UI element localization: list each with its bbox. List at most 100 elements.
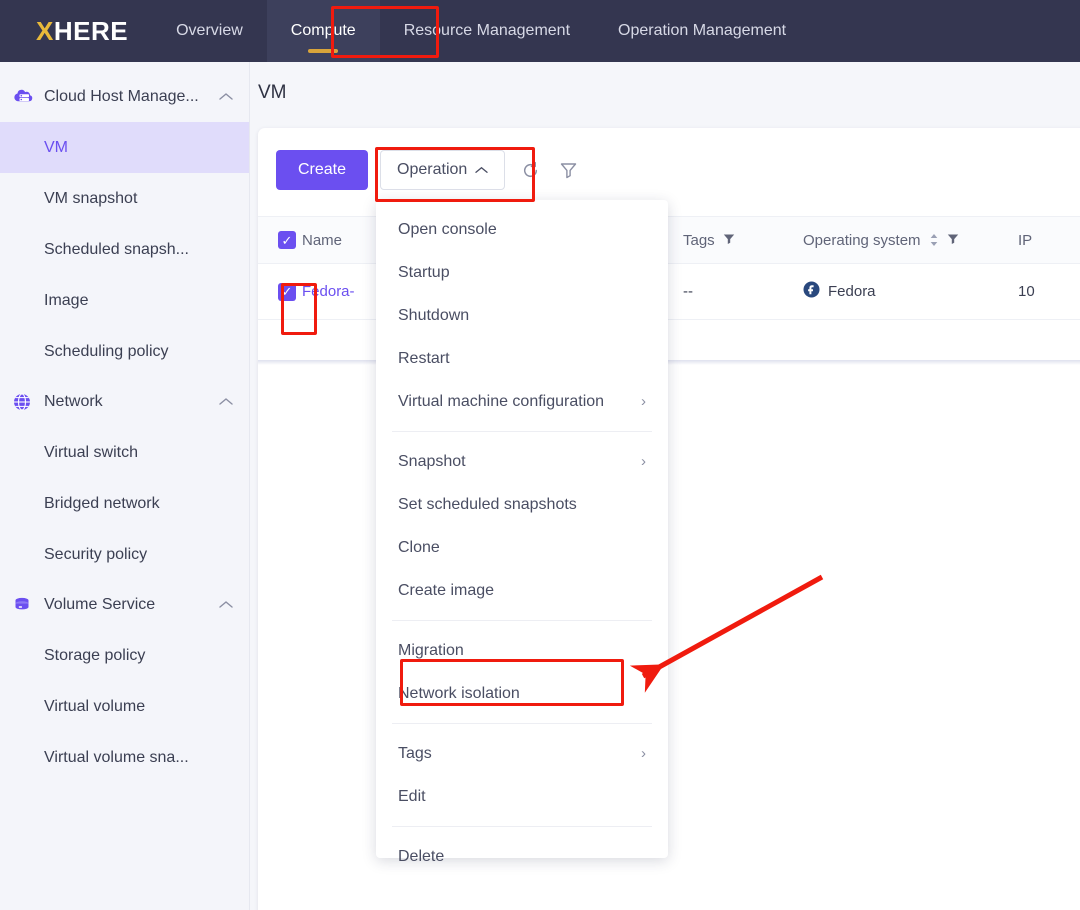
menu-item-create-image-label: Create image — [398, 581, 495, 599]
menu-item-delete-label: Delete — [398, 847, 445, 865]
menu-item-create-image[interactable]: Create image — [376, 569, 668, 612]
page-title: VM — [258, 82, 287, 103]
vm-name-link[interactable]: Fedora- — [302, 283, 355, 300]
nav-item-compute-label: Compute — [290, 22, 356, 39]
create-button[interactable]: Create — [276, 150, 369, 190]
menu-separator — [392, 723, 652, 724]
operation-dropdown-menu: Open console Startup Shutdown Restart Vi… — [376, 200, 668, 865]
database-icon — [12, 594, 38, 616]
sidebar-item-image-label: Image — [44, 291, 89, 309]
sidebar-item-storage-policy-label: Storage policy — [44, 646, 146, 664]
sidebar-item-scheduled-snapshot[interactable]: Scheduled snapsh... — [0, 224, 249, 275]
sidebar-item-storage-policy[interactable]: Storage policy — [0, 630, 249, 681]
menu-item-network-isolation[interactable]: Network isolation — [376, 672, 668, 715]
app-logo[interactable]: X HERE — [0, 0, 128, 62]
toolbar: Create Operation — [276, 150, 581, 190]
filter-icon[interactable] — [555, 157, 581, 183]
sidebar-item-vm[interactable]: VM — [0, 122, 249, 173]
menu-item-delete[interactable]: Delete — [376, 835, 668, 878]
filter-icon[interactable] — [947, 232, 959, 249]
chevron-up-icon[interactable] — [219, 393, 235, 411]
menu-item-clone[interactable]: Clone — [376, 526, 668, 569]
cloud-server-icon — [12, 86, 38, 108]
sidebar-item-virtual-switch-label: Virtual switch — [44, 443, 138, 461]
sidebar-item-virtual-volume-snapshot[interactable]: Virtual volume sna... — [0, 732, 249, 783]
header-ip: IP — [1018, 232, 1080, 249]
sidebar-item-bridged-network[interactable]: Bridged network — [0, 478, 249, 529]
header-operating-system: Operating system — [803, 232, 1018, 249]
menu-item-clone-label: Clone — [398, 538, 440, 556]
chevron-up-icon[interactable] — [219, 596, 235, 614]
sidebar-item-scheduled-snapshot-label: Scheduled snapsh... — [44, 240, 189, 258]
globe-icon — [12, 391, 38, 413]
nav-item-overview[interactable]: Overview — [152, 0, 267, 62]
menu-item-migration-label: Migration — [398, 641, 464, 659]
menu-item-set-scheduled-snapshots-label: Set scheduled snapshots — [398, 495, 577, 513]
row-operating-system-cell: Fedora — [803, 281, 1018, 302]
menu-item-edit[interactable]: Edit — [376, 775, 668, 818]
sidebar-item-security-policy-label: Security policy — [44, 545, 148, 563]
menu-item-restart-label: Restart — [398, 349, 450, 367]
sidebar-item-vm-label: VM — [44, 138, 68, 156]
nav-item-compute[interactable]: Compute — [266, 0, 380, 62]
menu-item-network-isolation-label: Network isolation — [398, 684, 520, 702]
refresh-icon[interactable] — [517, 157, 543, 183]
sort-icon[interactable] — [929, 233, 939, 247]
nav-item-overview-label: Overview — [176, 22, 243, 39]
menu-item-shutdown[interactable]: Shutdown — [376, 294, 668, 337]
operation-button[interactable]: Operation — [380, 150, 506, 190]
sidebar-item-virtual-volume-label: Virtual volume — [44, 697, 146, 715]
sidebar-item-virtual-volume-snapshot-label: Virtual volume sna... — [44, 748, 189, 766]
row-operating-system-label: Fedora — [828, 283, 876, 300]
menu-item-startup-label: Startup — [398, 263, 450, 281]
sidebar-group-network-label: Network — [44, 393, 103, 410]
sidebar-item-vm-snapshot[interactable]: VM snapshot — [0, 173, 249, 224]
header-select-all-checkbox-cell: ✓ — [258, 231, 302, 249]
menu-separator — [392, 826, 652, 827]
menu-item-migration[interactable]: Migration — [376, 629, 668, 672]
menu-item-virtual-machine-configuration-label: Virtual machine configuration — [398, 392, 605, 410]
menu-item-virtual-machine-configuration[interactable]: Virtual machine configuration › — [376, 380, 668, 423]
chevron-right-icon: › — [641, 745, 646, 762]
sidebar-group-volume-service[interactable]: Volume Service — [0, 580, 249, 630]
sidebar-group-network[interactable]: Network — [0, 377, 249, 427]
chevron-up-icon — [475, 161, 488, 179]
chevron-right-icon: › — [641, 393, 646, 410]
sidebar-item-image[interactable]: Image — [0, 275, 249, 326]
row-checkbox[interactable]: ✓ — [278, 282, 296, 301]
select-all-checkbox[interactable]: ✓ — [278, 231, 296, 249]
header-operating-system-label: Operating system — [803, 231, 921, 249]
header-tags: Tags — [683, 232, 803, 249]
nav-item-resource-management[interactable]: Resource Management — [380, 0, 594, 62]
header-name-label: Name — [302, 231, 343, 249]
menu-separator — [392, 620, 652, 621]
sidebar-item-vm-snapshot-label: VM snapshot — [44, 189, 138, 207]
sidebar-item-virtual-switch[interactable]: Virtual switch — [0, 427, 249, 478]
sidebar-item-security-policy[interactable]: Security policy — [0, 529, 249, 580]
menu-item-open-console-label: Open console — [398, 220, 497, 238]
menu-item-snapshot[interactable]: Snapshot › — [376, 440, 668, 483]
sidebar-item-bridged-network-label: Bridged network — [44, 494, 160, 512]
sidebar-item-scheduling-policy[interactable]: Scheduling policy — [0, 326, 249, 377]
menu-item-open-console[interactable]: Open console — [376, 208, 668, 251]
chevron-up-icon[interactable] — [219, 88, 235, 106]
menu-item-restart[interactable]: Restart — [376, 337, 668, 380]
sidebar: Cloud Host Manage... VM VM snapshot Sche… — [0, 62, 250, 910]
sidebar-item-scheduling-policy-label: Scheduling policy — [44, 342, 169, 360]
nav-item-operation-management[interactable]: Operation Management — [594, 0, 810, 62]
sidebar-item-virtual-volume[interactable]: Virtual volume — [0, 681, 249, 732]
menu-item-set-scheduled-snapshots[interactable]: Set scheduled snapshots — [376, 483, 668, 526]
logo-text: HERE — [53, 15, 129, 46]
row-checkbox-cell: ✓ — [258, 282, 302, 301]
menu-item-edit-label: Edit — [398, 787, 426, 805]
app-root: X HERE Overview Compute Resource Manageme… — [0, 0, 1080, 910]
menu-item-startup[interactable]: Startup — [376, 251, 668, 294]
sidebar-group-cloud-host-management[interactable]: Cloud Host Manage... — [0, 72, 249, 122]
menu-item-shutdown-label: Shutdown — [398, 306, 470, 324]
sidebar-group-volume-service-label: Volume Service — [44, 596, 156, 613]
menu-item-snapshot-label: Snapshot — [398, 452, 466, 470]
header-tags-label: Tags — [683, 231, 715, 249]
row-ip-cell: 10 — [1018, 283, 1035, 300]
menu-item-tags[interactable]: Tags › — [376, 732, 668, 775]
filter-icon[interactable] — [723, 232, 735, 249]
